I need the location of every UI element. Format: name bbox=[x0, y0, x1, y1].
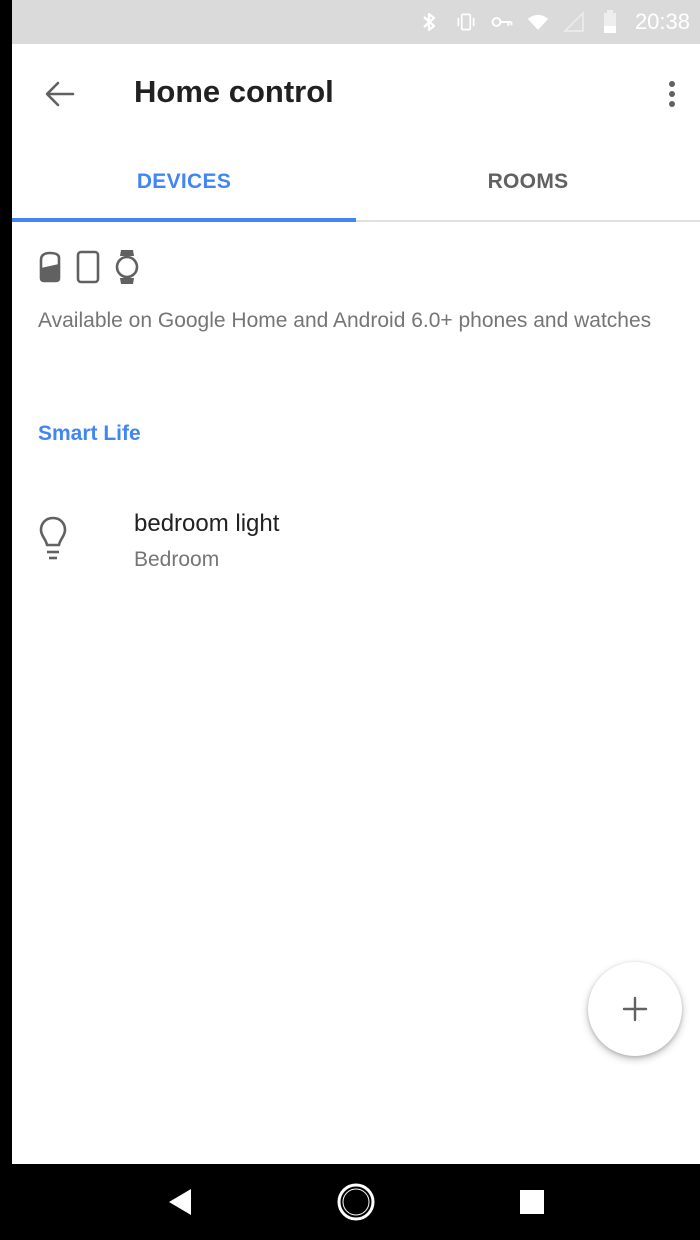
vpn-key-icon bbox=[491, 11, 513, 33]
status-bar: 20:38 bbox=[12, 0, 700, 44]
back-button[interactable] bbox=[38, 72, 82, 116]
device-room: Bedroom bbox=[134, 548, 220, 571]
device-name: bedroom light bbox=[134, 510, 280, 537]
nav-back-button[interactable] bbox=[150, 1172, 210, 1232]
back-triangle-icon bbox=[169, 1189, 191, 1215]
add-device-button[interactable] bbox=[588, 962, 682, 1056]
active-tab-indicator bbox=[12, 218, 356, 222]
tab-devices[interactable]: DEVICES bbox=[12, 144, 356, 222]
system-nav-bar bbox=[12, 1164, 700, 1240]
nav-recents-button[interactable] bbox=[502, 1172, 562, 1232]
battery-icon bbox=[599, 10, 621, 33]
nav-home-button[interactable] bbox=[326, 1172, 386, 1232]
phone-icon bbox=[76, 250, 100, 284]
status-time: 20:38 bbox=[634, 9, 690, 34]
google-home-icon bbox=[39, 251, 61, 283]
app-toolbar: Home control bbox=[12, 44, 700, 144]
arrow-back-icon bbox=[45, 81, 75, 107]
section-header-smart-life: Smart Life bbox=[38, 422, 141, 445]
wifi-icon bbox=[527, 11, 549, 33]
watch-icon bbox=[115, 250, 139, 284]
no-signal-icon bbox=[563, 11, 585, 33]
supported-device-icons bbox=[38, 248, 140, 286]
tab-rooms[interactable]: ROOMS bbox=[356, 144, 700, 220]
tab-bar: DEVICES ROOMS bbox=[12, 144, 700, 222]
lightbulb-icon bbox=[39, 516, 67, 560]
more-vert-icon bbox=[669, 81, 675, 107]
more-options-button[interactable] bbox=[652, 72, 692, 116]
home-circle-icon bbox=[337, 1183, 375, 1221]
add-icon bbox=[622, 996, 648, 1022]
vibrate-icon bbox=[455, 11, 477, 33]
page-title: Home control bbox=[134, 74, 334, 109]
availability-note: Available on Google Home and Android 6.0… bbox=[38, 309, 652, 332]
bluetooth-icon bbox=[419, 11, 441, 33]
tab-devices-label: DEVICES bbox=[136, 170, 232, 193]
device-row[interactable]: bedroom light Bedroom bbox=[12, 492, 700, 596]
tab-rooms-label: ROOMS bbox=[487, 170, 569, 193]
recents-square-icon bbox=[520, 1190, 544, 1214]
